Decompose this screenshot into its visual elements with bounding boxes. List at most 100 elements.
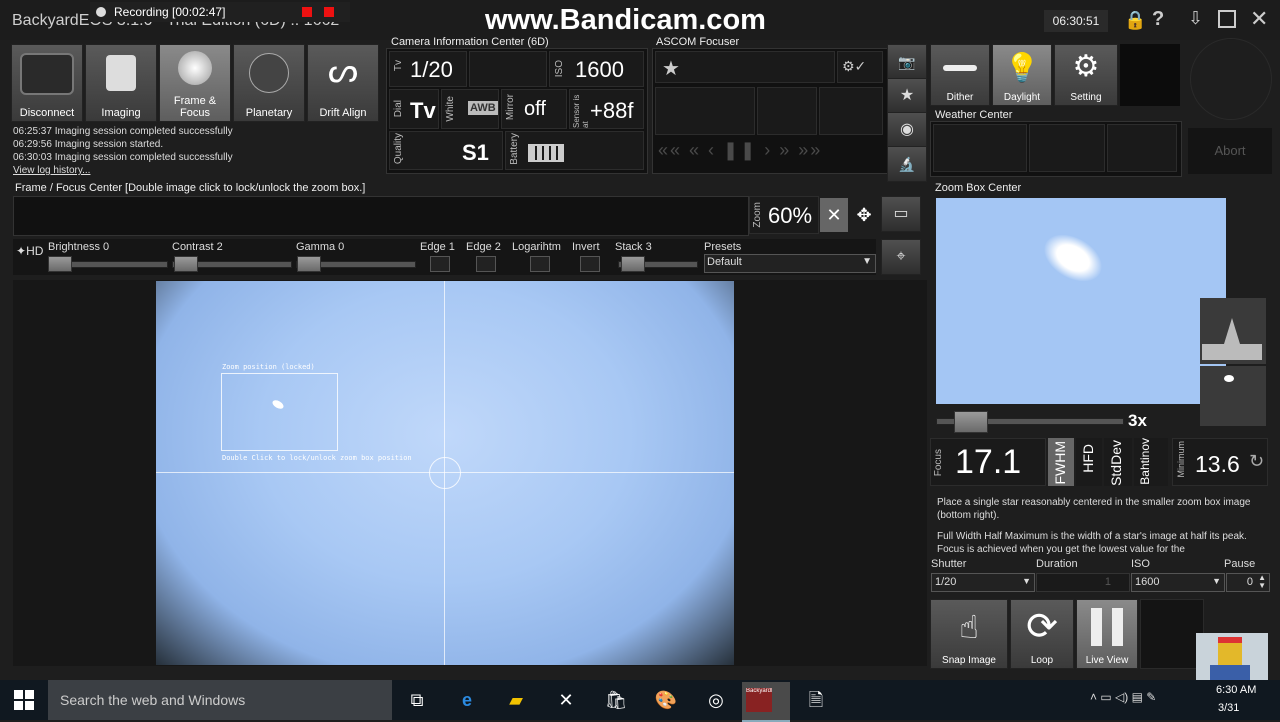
file-explorer-icon[interactable]: ▰	[499, 684, 533, 716]
invert-label: Invert	[572, 241, 600, 253]
duration-input[interactable]: 1	[1036, 573, 1130, 592]
pause-input[interactable]: 0 ▲ ▼	[1226, 573, 1270, 592]
edge2-label: Edge 2	[466, 241, 501, 253]
brightness-knob[interactable]	[48, 256, 72, 272]
reset-icon[interactable]: ↻	[1249, 451, 1264, 472]
tab-bahtinov[interactable]: Bahtinov	[1134, 438, 1168, 486]
tray-time: 6:30 AM	[1216, 684, 1257, 696]
chrome-icon[interactable]: ◎	[699, 684, 733, 716]
daylight-button[interactable]: 💡 Daylight	[992, 44, 1052, 106]
x-app-icon[interactable]: ✕	[549, 684, 583, 716]
tab-fwhm[interactable]: FWHM	[1048, 438, 1074, 486]
iso-value: 1600	[575, 57, 624, 82]
iso-select[interactable]: 1600 ▼	[1131, 573, 1225, 592]
iso-cell[interactable]: ISO 1600	[549, 51, 644, 87]
edge-icon[interactable]: e	[450, 684, 484, 716]
zoom-box[interactable]	[221, 373, 338, 451]
record-dot-icon	[96, 7, 106, 17]
camera-info-title: Camera Information Center (6D)	[391, 36, 549, 48]
zoom-cell[interactable]: Zoom 60%	[749, 196, 819, 234]
blank-button	[1120, 44, 1180, 106]
log-label: Logarihtm	[512, 241, 561, 253]
tray-icons[interactable]: ˄ ▭ ◁) ▤ ✎	[1090, 690, 1156, 704]
focus-cell: Focus 17.1	[930, 438, 1046, 486]
zoom-box-image	[936, 198, 1226, 404]
frame-focus-button[interactable]: Frame & Focus	[159, 44, 231, 122]
crosshair-button[interactable]: ⌖	[881, 239, 921, 275]
histogram-peak	[1224, 318, 1240, 344]
setting-button[interactable]: ⚙ Setting	[1054, 44, 1118, 106]
imaging-button[interactable]: Imaging	[85, 44, 157, 122]
edge2-checkbox[interactable]	[476, 256, 496, 272]
task-view-icon[interactable]: ⧉	[400, 684, 434, 716]
settings-check-icon: ⚙✓	[842, 58, 867, 74]
close-icon[interactable]: ✕	[1250, 6, 1268, 32]
download-icon[interactable]: ⇩	[1188, 8, 1203, 29]
windows-start-icon[interactable]	[14, 690, 34, 710]
magnify-value: 3x	[1128, 411, 1147, 430]
tv-cell[interactable]: Tv 1/20	[389, 51, 467, 87]
star-icon: ★	[662, 58, 680, 80]
blank-button	[1140, 599, 1204, 669]
document-icon[interactable]: 🗎	[799, 684, 833, 716]
help-icon[interactable]: ?	[1152, 8, 1164, 31]
backyardeos-task-icon[interactable]: BackyardEOS	[742, 682, 790, 722]
chevron-down-icon: ▼	[1022, 576, 1031, 586]
contrast-knob[interactable]	[174, 256, 198, 272]
lock-icon[interactable]: 🔒	[1124, 10, 1146, 31]
expand-icon[interactable]: ✥	[850, 198, 878, 232]
disconnect-button[interactable]: Disconnect	[11, 44, 83, 122]
shutter-select[interactable]: 1/20 ▼	[931, 573, 1035, 592]
live-view-button[interactable]: Live View	[1076, 599, 1138, 669]
shrink-icon[interactable]: ✕	[820, 198, 848, 232]
search-box[interactable]: Search the web and Windows	[48, 680, 392, 720]
film-icon	[106, 55, 136, 91]
live-image[interactable]: Zoom position (locked) Double Click to l…	[156, 281, 734, 665]
paint-icon[interactable]: 🎨	[649, 684, 683, 716]
edge1-label: Edge 1	[420, 241, 455, 253]
clock: 06:30:51	[1044, 10, 1108, 32]
restore-icon[interactable]	[1218, 10, 1236, 28]
star-blob	[1036, 225, 1110, 291]
focuser-star-cell[interactable]: ★	[655, 51, 835, 83]
focuser-settings-cell[interactable]: ⚙✓	[837, 51, 883, 83]
star-tool-button[interactable]: ★	[887, 78, 927, 114]
screen-button[interactable]: ▭	[881, 196, 921, 232]
store-icon[interactable]: 🛍	[599, 684, 633, 716]
stop-icon[interactable]	[302, 7, 312, 17]
camera-tool-button[interactable]: 📷	[887, 44, 927, 80]
microscope-tool-button[interactable]: 🔬	[887, 146, 927, 182]
log-checkbox[interactable]	[530, 256, 550, 272]
tab-hfd[interactable]: HFD	[1076, 438, 1102, 486]
loop-button[interactable]: ⟳ Loop	[1010, 599, 1074, 669]
drift-align-button[interactable]: ᔕ Drift Align	[307, 44, 379, 122]
magnify-knob[interactable]	[954, 411, 988, 433]
focuser-move-buttons[interactable]: «« « ‹ ❚❚ › » »»	[658, 140, 882, 166]
gear-icon: ⚙	[1072, 50, 1100, 83]
pause-label: Pause	[1224, 558, 1256, 570]
aperture-tool-button[interactable]: ◉	[887, 112, 927, 148]
planetary-button[interactable]: Planetary	[233, 44, 305, 122]
chevron-down-icon: ▼	[862, 256, 872, 267]
presets-select[interactable]: Default ▼	[704, 254, 876, 273]
weather-cell	[933, 124, 1027, 172]
quality-cell: Quality S1	[389, 131, 503, 170]
snap-image-button[interactable]: ☝ Snap Image	[930, 599, 1008, 669]
minimum-cell: Minimum 13.6 ↻	[1172, 438, 1268, 486]
view-log-link[interactable]: View log history...	[13, 165, 90, 176]
abort-button[interactable]: Abort	[1188, 128, 1272, 174]
dither-button[interactable]: Dither	[930, 44, 990, 106]
focus-help-1: Place a single star reasonably centered …	[937, 497, 1251, 521]
stop-icon-2[interactable]	[324, 7, 334, 17]
zoom-value: 60%	[768, 203, 813, 228]
tab-stddev[interactable]: StdDev	[1104, 438, 1132, 486]
stack-knob[interactable]	[621, 256, 645, 272]
edge1-checkbox[interactable]	[430, 256, 450, 272]
loop-icon: ⟳	[1026, 606, 1058, 648]
sensor-cell: Sensor is at +88f	[569, 89, 644, 129]
gamma-knob[interactable]	[297, 256, 321, 272]
bandicam-watermark: www.Bandicam.com	[485, 4, 766, 36]
star-blob	[1224, 375, 1234, 382]
tray-date: 3/31	[1218, 702, 1240, 714]
invert-checkbox[interactable]	[580, 256, 600, 272]
